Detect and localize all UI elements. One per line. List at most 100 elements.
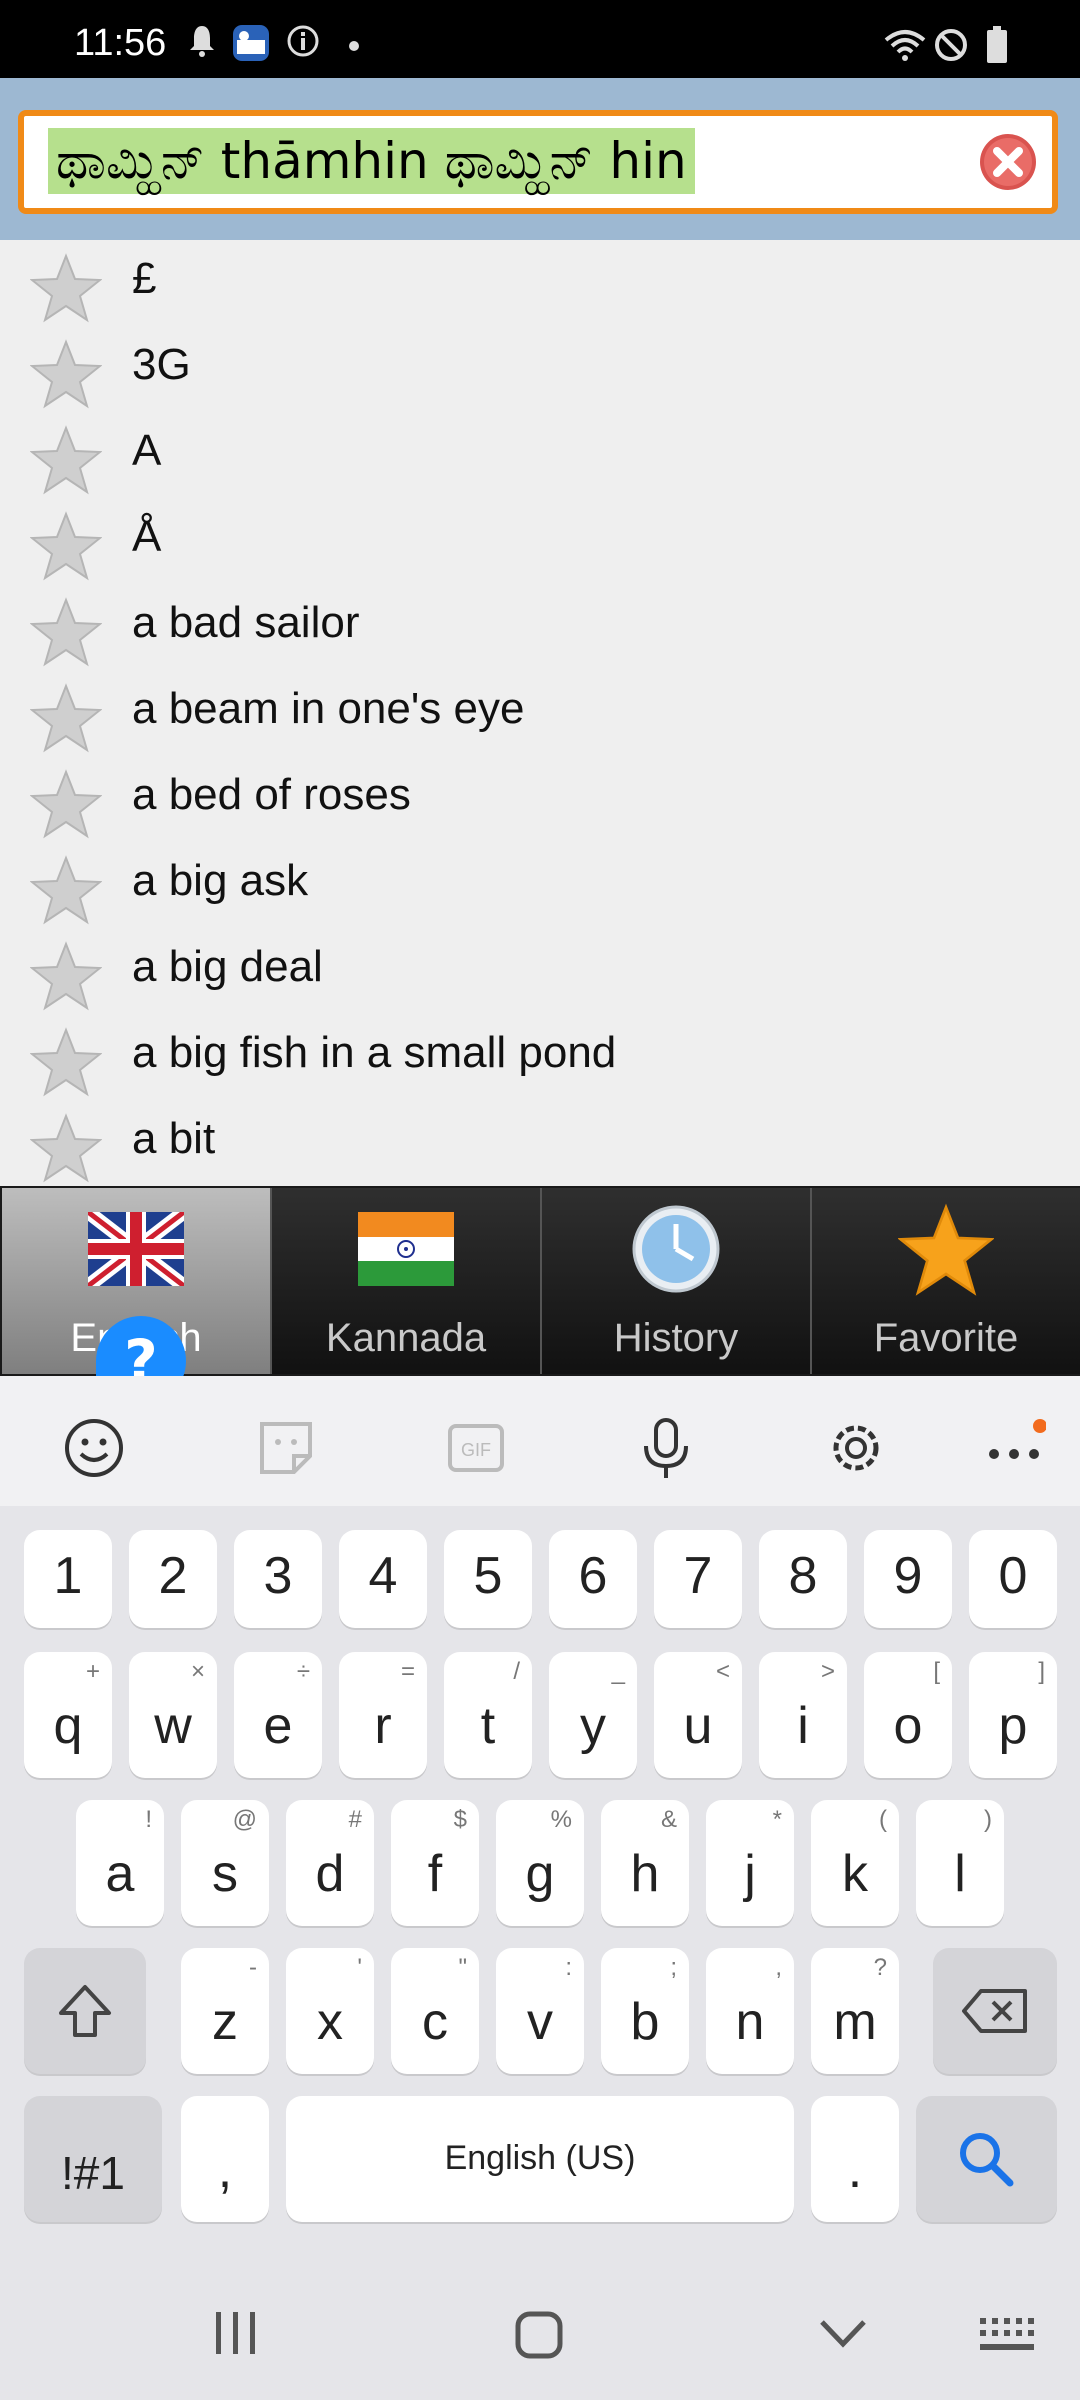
key-8[interactable]: 8 [759, 1530, 847, 1628]
list-item[interactable]: £ [0, 240, 1080, 327]
key-w[interactable]: × w [129, 1652, 217, 1778]
key-6[interactable]: 6 [549, 1530, 637, 1628]
key-label: r [374, 1697, 392, 1755]
favorite-star-icon[interactable] [30, 510, 102, 582]
more-options-icon[interactable] [982, 1416, 1046, 1480]
key-y[interactable]: _ y [549, 1652, 637, 1778]
favorite-star-icon[interactable] [30, 940, 102, 1012]
key-t[interactable]: / t [444, 1652, 532, 1778]
comma-key[interactable]: , [181, 2096, 269, 2222]
key-i[interactable]: > i [759, 1652, 847, 1778]
emoji-icon[interactable] [62, 1416, 126, 1480]
favorite-star-icon[interactable] [30, 1112, 102, 1184]
favorite-star-icon[interactable] [30, 854, 102, 926]
key-z[interactable]: -z [181, 1948, 269, 2074]
backspace-key[interactable] [933, 1948, 1057, 2074]
key-hint: ] [1038, 1658, 1045, 1685]
key-p[interactable]: ] p [969, 1652, 1057, 1778]
favorite-star-icon[interactable] [30, 424, 102, 496]
list-item[interactable]: a beam in one's eye [0, 670, 1080, 757]
key-hint: = [400, 1658, 415, 1685]
space-key[interactable]: English (US) [286, 2096, 794, 2222]
favorite-star-icon[interactable] [30, 768, 102, 840]
key-c[interactable]: " c [391, 1948, 479, 2074]
favorite-star-icon[interactable] [30, 596, 102, 668]
key-b[interactable]: ; b [601, 1948, 689, 2074]
key-h[interactable]: & h [601, 1800, 689, 1926]
settings-gear-icon[interactable] [824, 1416, 888, 1480]
clear-search-icon[interactable] [978, 132, 1038, 192]
key-e[interactable]: ÷ e [234, 1652, 322, 1778]
key-9[interactable]: 9 [864, 1530, 952, 1628]
key-1[interactable]: 1 [24, 1530, 112, 1628]
tab-kannada[interactable]: Kannada [272, 1188, 542, 1374]
key-u[interactable]: < u [654, 1652, 742, 1778]
symbols-key[interactable]: !#1 [24, 2096, 162, 2222]
key-j[interactable]: * j [706, 1800, 794, 1926]
key-hint: " [458, 1954, 467, 1981]
tab-favorite[interactable]: Favorite [812, 1188, 1080, 1374]
key-label: , [217, 2141, 233, 2199]
key-hint: ) [984, 1806, 992, 1833]
sticker-icon[interactable] [254, 1416, 318, 1480]
key-0[interactable]: 0 [969, 1530, 1057, 1628]
microphone-icon[interactable] [634, 1416, 698, 1480]
key-5[interactable]: 5 [444, 1530, 532, 1628]
key-2[interactable]: 2 [129, 1530, 217, 1628]
list-item[interactable]: a bad sailor [0, 584, 1080, 671]
key-a[interactable]: ! a [76, 1800, 164, 1926]
search-icon [960, 2133, 1014, 2187]
key-o[interactable]: [o [864, 1652, 952, 1778]
keyboard-switch-icon[interactable] [978, 2316, 1040, 2356]
list-item-label: £ [132, 254, 157, 303]
tab-label: Kannada [325, 1316, 487, 1360]
period-key[interactable]: . [811, 2096, 899, 2222]
list-item[interactable]: Å [0, 498, 1080, 585]
key-r[interactable]: = r [339, 1652, 427, 1778]
key-s[interactable]: @ s [181, 1800, 269, 1926]
key-v[interactable]: :v [496, 1948, 584, 2074]
key-m[interactable]: ? m [811, 1948, 899, 2074]
search-input[interactable]: ಥಾಮ್ಹಿನ್ thāmhin ಥಾಮ್ಹಿನ್ hin [18, 110, 1058, 214]
shift-key[interactable] [24, 1948, 146, 2074]
key-label: w [154, 1697, 192, 1755]
key-label: !#1 [61, 2147, 125, 2199]
battery-icon [987, 26, 1007, 63]
key-l[interactable]: ) l [916, 1800, 1004, 1926]
key-7[interactable]: 7 [654, 1530, 742, 1628]
list-item[interactable]: a big fish in a small pond [0, 1014, 1080, 1101]
home-icon[interactable] [514, 2310, 564, 2360]
key-label: 8 [788, 1547, 818, 1605]
key-f[interactable]: $ f [391, 1800, 479, 1926]
keyboard: GIF 1 2 3 4 5 6 7 8 9 0 + q × w ÷ e = r / t [0, 1376, 1080, 2400]
key-label: d [315, 1845, 345, 1903]
key-g[interactable]: % g [496, 1800, 584, 1926]
list-item[interactable]: 3G [0, 326, 1080, 413]
gif-icon[interactable]: GIF [444, 1416, 508, 1480]
favorite-star-icon[interactable] [30, 1026, 102, 1098]
favorite-star-icon[interactable] [30, 682, 102, 754]
list-item[interactable]: a big ask [0, 842, 1080, 929]
tab-label: Favorite [873, 1316, 1019, 1360]
key-4[interactable]: 4 [339, 1530, 427, 1628]
hide-keyboard-icon[interactable] [818, 2316, 868, 2350]
key-x[interactable]: ' x [286, 1948, 374, 2074]
key-label: l [954, 1845, 966, 1903]
favorite-star-icon[interactable] [30, 252, 102, 324]
key-hint: $ [453, 1806, 467, 1833]
tab-history[interactable]: History [542, 1188, 812, 1374]
key-3[interactable]: 3 [234, 1530, 322, 1628]
recent-apps-icon[interactable] [212, 2310, 260, 2356]
key-d[interactable]: # d [286, 1800, 374, 1926]
list-item[interactable]: a bit [0, 1100, 1080, 1186]
list-item[interactable]: a big deal [0, 928, 1080, 1015]
key-k[interactable]: (k [811, 1800, 899, 1926]
key-n[interactable]: ,n [706, 1948, 794, 2074]
list-item[interactable]: A [0, 412, 1080, 499]
backspace-icon [962, 1989, 1027, 2033]
key-q[interactable]: + q [24, 1652, 112, 1778]
search-key[interactable] [916, 2096, 1057, 2222]
list-item[interactable]: a bed of roses [0, 756, 1080, 843]
favorite-star-icon[interactable] [30, 338, 102, 410]
key-label: m [833, 1993, 877, 2051]
